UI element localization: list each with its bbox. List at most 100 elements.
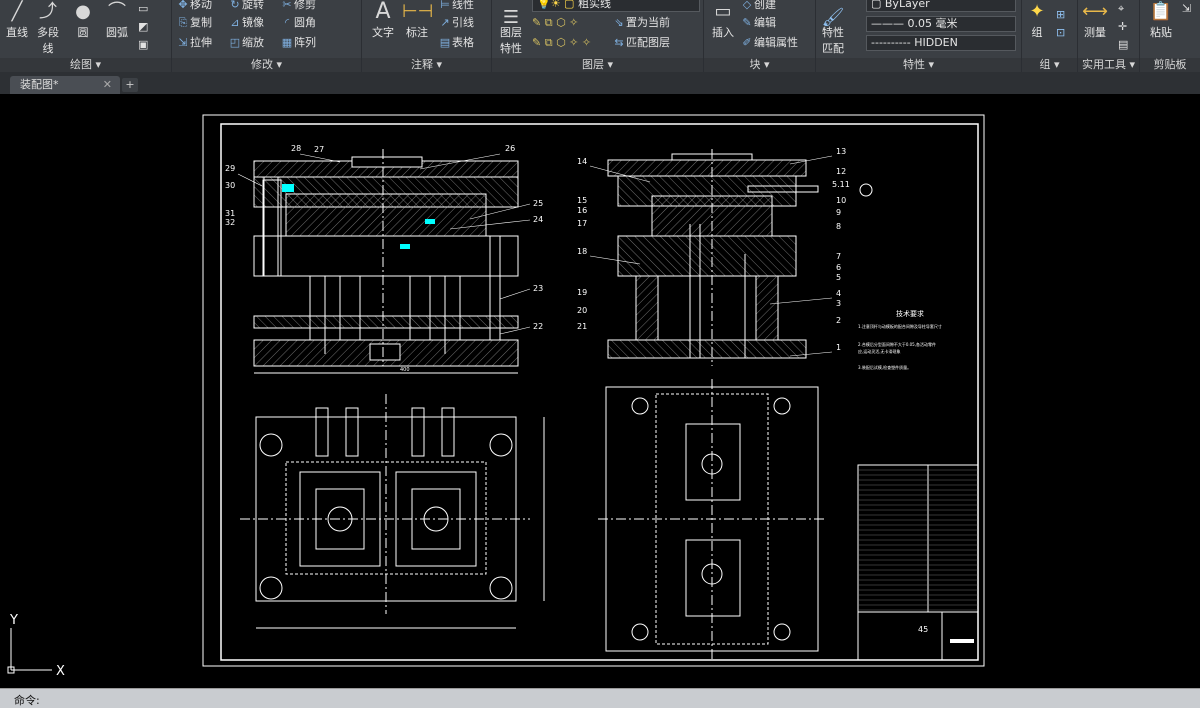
groups-panel: ✦ 组 ⊞ ⊡ 组 ▾	[1022, 0, 1078, 72]
tab-assembly-drawing[interactable]: 装配图* ✕	[10, 76, 120, 94]
group-tools[interactable]: ⊞ ⊡	[1056, 6, 1065, 39]
layer-bulb-icon: 💡☀ ▢	[537, 0, 578, 10]
svg-text:24: 24	[533, 215, 543, 224]
make-current-button[interactable]: ⇘ 置为当前	[612, 14, 670, 32]
mirror-icon: ⊿	[230, 16, 240, 29]
svg-text:19: 19	[577, 288, 587, 297]
groups-panel-title[interactable]: 组 ▾	[1022, 58, 1077, 72]
scale-icon: ◰	[229, 36, 241, 49]
rotate-button[interactable]: ↻ 旋转	[228, 0, 264, 14]
array-button[interactable]: ▦ 阵列	[280, 34, 316, 52]
make-current-icon: ⇘	[614, 16, 624, 29]
svg-text:26: 26	[505, 144, 515, 153]
arc-button[interactable]: ⌒ 圆弧	[102, 0, 132, 40]
edit-button[interactable]: ✎ 编辑	[740, 14, 776, 32]
group-icon: ✦	[1029, 1, 1045, 22]
draw-panel-title[interactable]: 绘图 ▾	[0, 58, 171, 72]
svg-text:21: 21	[577, 322, 587, 331]
clipboard-panel-title: 剪贴板	[1140, 58, 1200, 72]
svg-text:2: 2	[836, 316, 841, 325]
color-swatch-icon: ▢	[871, 0, 885, 10]
rect-icon[interactable]: ▭	[138, 0, 148, 18]
svg-text:18: 18	[577, 247, 587, 256]
stretch-button[interactable]: ⇲ 拉伸	[176, 34, 212, 52]
block-panel-title[interactable]: 块 ▾	[704, 58, 815, 72]
command-prompt: 命令:	[14, 694, 40, 707]
copy-button[interactable]: ⎘ 复制	[176, 14, 212, 32]
hatch-icon[interactable]: ◩	[138, 18, 148, 36]
svg-text:技术要求: 技术要求	[896, 309, 924, 318]
polyline-button[interactable]: ⤴ 多段线	[32, 0, 64, 56]
modify-panel-title[interactable]: 修改 ▾	[172, 58, 361, 72]
svg-text:1.注意顶杆与动模板的配合间隙及导柱导套尺寸: 1.注意顶杆与动模板的配合间隙及导柱导套尺寸	[858, 323, 942, 329]
drawing-svg: 400 28 27 2629 3025 2431 3223 22 1413 12…	[7, 114, 985, 679]
linear-button[interactable]: ⊨ 线性	[438, 0, 474, 14]
annotate-panel-title[interactable]: 注释 ▾	[362, 58, 491, 72]
dimension-button[interactable]: ⊢⊣ 标注	[402, 0, 433, 40]
line-button[interactable]: ╱ 直线	[2, 0, 32, 40]
close-tab-icon[interactable]: ✕	[103, 76, 112, 94]
svg-text:5.11: 5.11	[832, 180, 850, 189]
ucs-y-label: Y	[9, 613, 18, 628]
table-button[interactable]: ▤ 表格	[438, 34, 474, 52]
linetype-dropdown[interactable]: ---------- HIDDEN	[866, 35, 1016, 51]
utilities-panel-title[interactable]: 实用工具 ▾	[1078, 58, 1139, 72]
circle-button[interactable]: ● 圆	[68, 0, 98, 40]
mirror-button[interactable]: ⊿ 镜像	[228, 14, 264, 32]
leader-button[interactable]: ↗ 引线	[438, 14, 474, 32]
leader-icon: ↗	[440, 16, 450, 29]
measure-button[interactable]: ⟷ 测量	[1080, 0, 1110, 40]
region-icon[interactable]: ▣	[138, 36, 148, 54]
svg-text:6: 6	[836, 263, 841, 272]
plan-view-left	[240, 394, 545, 629]
fillet-button[interactable]: ◜ 圆角	[280, 14, 316, 32]
match-layer-button[interactable]: ⇆ 匹配图层	[612, 34, 670, 52]
layer-dropdown[interactable]: 💡☀ ▢ 粗实线	[532, 0, 700, 12]
paste-button[interactable]: 📋 粘贴	[1146, 0, 1176, 40]
scale-button[interactable]: ◰ 缩放	[228, 34, 264, 52]
new-tab-button[interactable]: +	[122, 78, 138, 92]
match-properties-button[interactable]: 🖌 特性 匹配	[818, 6, 848, 56]
svg-text:28: 28	[291, 144, 301, 153]
svg-text:15: 15	[577, 196, 587, 205]
plan-view-right	[598, 379, 826, 659]
tech-requirements: 技术要求 1.注意顶杆与动模板的配合间隙及导柱导套尺寸 2.合模后分型面间隙不大…	[858, 309, 942, 370]
utility-tools[interactable]: ⌖ ✛ ▤	[1118, 0, 1128, 51]
trim-button[interactable]: ✂ 修剪	[280, 0, 316, 14]
svg-text:5: 5	[836, 273, 841, 282]
measure-icon: ⟷	[1082, 1, 1108, 22]
layer-tools-row2[interactable]: ✎ ⧉ ⬡ ✧ ✧	[532, 34, 591, 52]
linear-icon: ⊨	[440, 0, 450, 11]
command-line[interactable]: 命令:	[0, 688, 1200, 708]
block-panel: ▭ 插入 ◇ 创建 ✎ 编辑 ✐ 编辑属性 块 ▾	[704, 0, 816, 72]
edit-attr-button[interactable]: ✐ 编辑属性	[740, 34, 798, 52]
front-section-view: 400	[253, 149, 519, 374]
trim-icon: ✂	[282, 0, 292, 11]
modify-panel: ✥ 移动 ↻ 旋转 ✂ 修剪 ⎘ 复制 ⊿ 镜像 ◜ 圆角 ⇲ 拉伸 ◰ 缩放 ▦ 阵列 修改 ▾	[172, 0, 362, 72]
create-icon: ◇	[742, 0, 752, 11]
svg-text:1: 1	[836, 343, 841, 352]
svg-text:22: 22	[533, 322, 543, 331]
ucs-icon: Y X	[7, 613, 65, 679]
group-button[interactable]: ✦ 组	[1022, 0, 1052, 40]
svg-text:4: 4	[836, 289, 841, 298]
ucs-x-label: X	[56, 664, 65, 679]
paintbrush-icon: 🖌	[821, 7, 845, 28]
clipboard-tools[interactable]: ⇲	[1182, 0, 1191, 18]
clipboard-panel: 📋 粘贴 ⇲ 剪贴板	[1140, 0, 1200, 72]
draw-panel: ╱ 直线 ⤴ 多段线 ● 圆 ⌒ 圆弧 ▭ ◩ ▣ 绘图 ▾	[0, 0, 172, 72]
layer-tools-row1[interactable]: ✎ ⧉ ⬡ ✧	[532, 14, 578, 32]
text-icon: A	[375, 0, 391, 24]
svg-text:27: 27	[314, 145, 324, 154]
move-button[interactable]: ✥ 移动	[176, 0, 212, 14]
drawing-canvas[interactable]: 400 28 27 26 29 30 25 24 31 32 23 22 14 …	[0, 94, 1200, 688]
color-dropdown[interactable]: ▢ ByLayer	[866, 0, 1016, 12]
layers-panel-title[interactable]: 图层 ▾	[492, 58, 703, 72]
layer-properties-button[interactable]: ☰ 图层 特性	[496, 6, 526, 56]
layer-properties-label: 图层 特性	[500, 26, 522, 55]
create-button[interactable]: ◇ 创建	[740, 0, 776, 14]
properties-panel-title[interactable]: 特性 ▾	[816, 58, 1021, 72]
text-button[interactable]: A 文字	[368, 0, 398, 40]
insert-button[interactable]: ▭ 插入	[708, 0, 738, 40]
lineweight-dropdown[interactable]: ——— 0.05 毫米	[866, 16, 1016, 32]
